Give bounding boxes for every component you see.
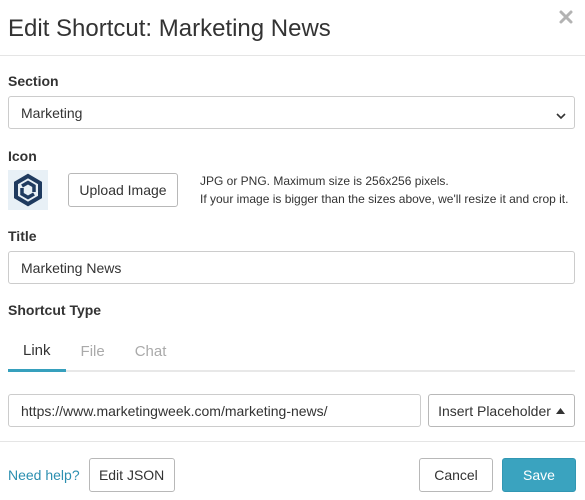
save-button[interactable]: Save <box>502 458 576 492</box>
tab-chat[interactable]: Chat <box>120 332 182 370</box>
title-input-value: Marketing News <box>21 259 122 276</box>
insert-placeholder-label: Insert Placeholder <box>438 402 551 419</box>
icon-row: Upload Image JPG or PNG. Maximum size is… <box>8 170 568 210</box>
url-input[interactable]: https://www.marketingweek.com/marketing-… <box>8 394 421 427</box>
caret-up-icon <box>555 407 565 414</box>
shortcut-icon-preview <box>8 170 48 210</box>
dialog-title: Edit Shortcut: Marketing News <box>8 14 331 42</box>
dialog-header: Edit Shortcut: Marketing News <box>0 0 585 56</box>
footer-divider <box>0 441 585 442</box>
url-input-value: https://www.marketingweek.com/marketing-… <box>21 402 328 419</box>
footer-left: Need help? Edit JSON <box>8 458 175 492</box>
shortcut-type-label: Shortcut Type <box>8 302 102 318</box>
close-icon[interactable] <box>557 8 575 26</box>
icon-hint: JPG or PNG. Maximum size is 256x256 pixe… <box>200 172 568 208</box>
shortcut-type-tabs: Link File Chat <box>8 332 575 372</box>
hexagon-logo-icon <box>14 173 42 207</box>
footer-right: Cancel Save <box>419 458 576 492</box>
link-row: https://www.marketingweek.com/marketing-… <box>8 394 575 427</box>
section-label: Section <box>8 73 59 89</box>
upload-image-button[interactable]: Upload Image <box>68 173 178 207</box>
title-input[interactable]: Marketing News <box>8 251 575 284</box>
chevron-down-icon <box>556 108 566 119</box>
icon-hint-line2: If your image is bigger than the sizes a… <box>200 192 569 206</box>
cancel-button[interactable]: Cancel <box>419 458 493 492</box>
insert-placeholder-button[interactable]: Insert Placeholder <box>428 394 575 427</box>
title-label: Title <box>8 228 37 244</box>
section-select-value: Marketing <box>21 104 83 121</box>
edit-shortcut-dialog: Edit Shortcut: Marketing News Section Ma… <box>0 0 585 500</box>
tab-link[interactable]: Link <box>8 332 66 372</box>
section-select[interactable]: Marketing <box>8 96 575 129</box>
tab-file[interactable]: File <box>66 332 120 370</box>
need-help-link[interactable]: Need help? <box>8 467 80 483</box>
icon-label: Icon <box>8 148 37 164</box>
icon-hint-line1: JPG or PNG. Maximum size is 256x256 pixe… <box>200 174 449 188</box>
edit-json-button[interactable]: Edit JSON <box>88 458 175 492</box>
